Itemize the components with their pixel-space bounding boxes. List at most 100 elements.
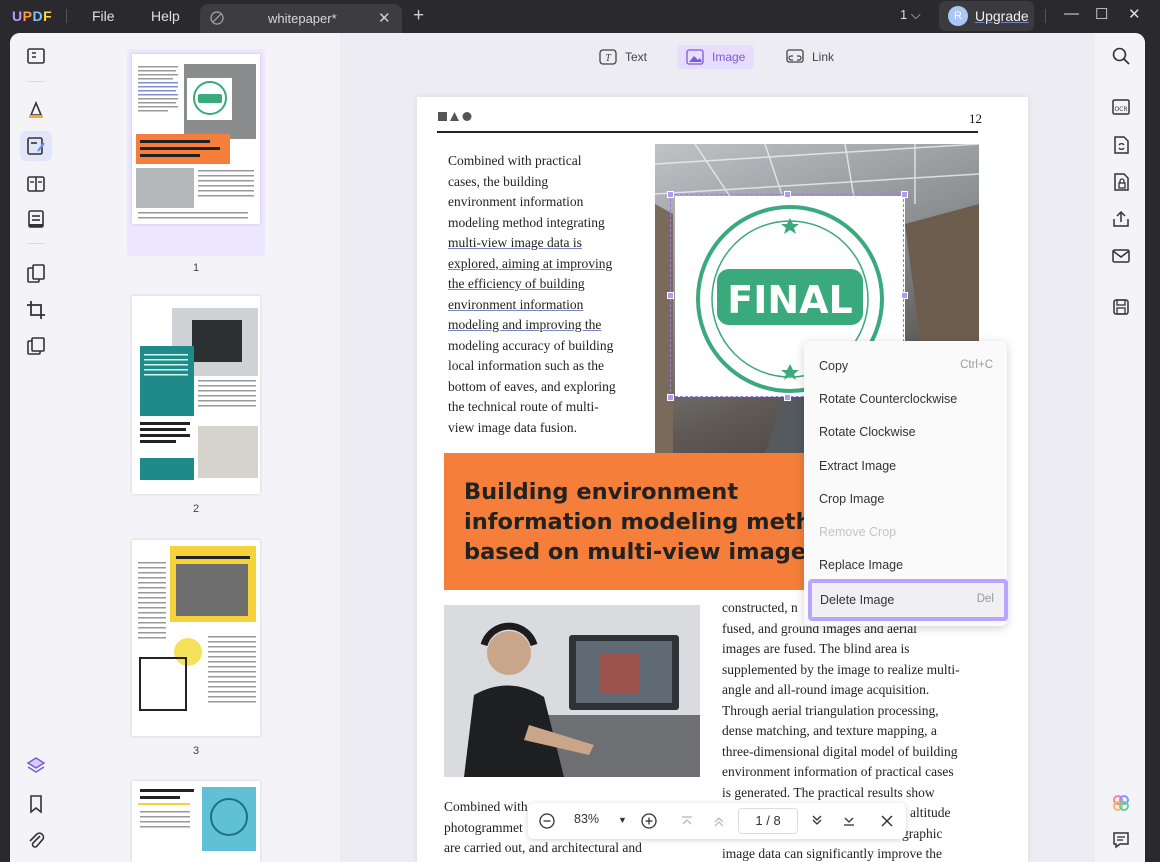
search-icon[interactable] (1111, 46, 1131, 66)
document-tab[interactable]: whitepaper* ✕ (200, 4, 402, 33)
maximize-icon[interactable]: ☐ (1095, 5, 1108, 23)
thumbnail-page-1[interactable] (132, 54, 260, 224)
resize-handle[interactable] (901, 191, 908, 198)
attachment-icon[interactable] (25, 829, 47, 851)
resize-handle[interactable] (667, 292, 674, 299)
menu-file[interactable]: File (92, 8, 115, 24)
resize-handle[interactable] (667, 191, 674, 198)
total-pages: 8 (773, 813, 781, 828)
menu-item-extract-image[interactable]: Extract Image (804, 451, 1007, 481)
email-icon[interactable] (1111, 246, 1131, 266)
zoom-dropdown-icon[interactable]: ▼ (618, 815, 627, 825)
edit-icon[interactable] (20, 131, 52, 161)
page-nav-bar: 83% ▼ 1 / 8 (528, 803, 906, 839)
reader-icon[interactable] (25, 45, 47, 67)
text-line: are carried out, and architectural and (444, 840, 642, 855)
app-window: 1 2 3 T Text Image Link 12 Combined with… (10, 33, 1145, 862)
right-toolbar: OCR (1095, 33, 1145, 862)
image-context-menu: Copy Ctrl+C Rotate Counterclockwise Rotat… (804, 341, 1008, 626)
menu-item-rotate-counterclockwise[interactable]: Rotate Counterclockwise (804, 384, 1007, 414)
batch-icon[interactable] (25, 335, 47, 357)
menu-item-rotate-clockwise[interactable]: Rotate Clockwise (804, 417, 1007, 447)
organize-icon[interactable] (25, 173, 47, 195)
layers-icon[interactable] (25, 755, 47, 777)
upgrade-button[interactable]: R Upgrade (939, 1, 1034, 31)
comment-panel-icon[interactable] (1111, 830, 1131, 850)
new-tab-icon[interactable]: + (413, 5, 424, 27)
menu-item-copy[interactable]: Copy Ctrl+C (804, 351, 1007, 381)
edit-image-button[interactable]: Image (677, 45, 755, 69)
text-icon: T (599, 49, 617, 65)
thumbnail-preview (136, 64, 256, 219)
menu-item-label: Replace Image (819, 558, 904, 572)
text-line: bottom of eaves, and exploring (448, 378, 616, 394)
thumbnail-preview (138, 546, 256, 711)
link-icon (786, 49, 804, 63)
zoom-level[interactable]: 83% (574, 812, 599, 826)
close-tab-icon[interactable]: ✕ (378, 9, 391, 27)
thumbnail-preview (138, 787, 256, 851)
crop-icon[interactable] (25, 299, 47, 321)
thumbnail-number: 1 (192, 262, 200, 274)
resize-handle[interactable] (667, 394, 674, 401)
convert-icon[interactable] (1111, 135, 1131, 155)
text-line: dense matching, and texture mapping, a (722, 723, 937, 738)
close-nav-icon[interactable] (878, 812, 896, 830)
menu-item-delete-image[interactable]: Delete Image Del (808, 579, 1008, 621)
protect-icon[interactable] (1111, 172, 1131, 192)
resize-handle[interactable] (784, 394, 791, 401)
previous-page-icon[interactable] (710, 812, 728, 830)
thumbnail-number: 3 (192, 745, 200, 757)
menu-item-crop-image[interactable]: Crop Image (804, 484, 1007, 514)
text-line: environment information of practical cas… (722, 764, 954, 779)
title-bar: UPDF File Help whitepaper* ✕ + 1 ⌵ R Upg… (0, 0, 1160, 33)
text-line: cases, the building (448, 173, 549, 189)
text-column-1[interactable]: Combined with practical cases, the build… (448, 151, 616, 438)
page-selector[interactable]: 1 ⌵ (900, 7, 921, 23)
last-page-icon[interactable] (840, 812, 858, 830)
bookmark-icon[interactable] (25, 793, 47, 815)
header-shapes-icon (438, 112, 472, 121)
text-line: images are fused. The blind area is (722, 641, 910, 656)
menu-item-label: Rotate Counterclockwise (819, 392, 958, 406)
ai-assistant-icon[interactable] (1111, 793, 1131, 813)
resize-handle[interactable] (784, 191, 791, 198)
save-icon[interactable] (1111, 297, 1131, 317)
page-number-input[interactable]: 1 / 8 (738, 808, 798, 834)
next-page-icon[interactable] (808, 812, 826, 830)
first-page-icon[interactable] (678, 812, 696, 830)
thumbnail-page-4[interactable] (132, 781, 260, 862)
divider (66, 9, 67, 23)
menu-help[interactable]: Help (151, 8, 180, 24)
upgrade-label: Upgrade (975, 8, 1029, 24)
page-tools-icon[interactable] (25, 263, 47, 285)
left-toolbar (10, 33, 60, 862)
image-label: Image (712, 50, 746, 64)
resize-handle[interactable] (901, 292, 908, 299)
form-icon[interactable] (25, 208, 47, 230)
text-line: view image data fusion. (448, 419, 577, 435)
page-selector-value: 1 (900, 7, 908, 22)
thumbnail-page-3[interactable] (132, 540, 260, 736)
edit-link-button[interactable]: Link (786, 45, 834, 69)
menu-item-label: Copy (819, 359, 849, 373)
thumbnail-page-2[interactable] (132, 296, 260, 494)
text-line: Combined with practical (448, 153, 582, 168)
share-icon[interactable] (1111, 209, 1131, 229)
text-line: multi-view image data is (448, 235, 582, 250)
banner-line: information modeling metho (464, 509, 828, 535)
edit-text-button[interactable]: T Text (599, 45, 647, 69)
minimize-icon[interactable]: — (1064, 5, 1079, 22)
svg-text:OCR: OCR (1114, 106, 1127, 113)
menu-item-replace-image[interactable]: Replace Image (804, 550, 1007, 580)
header-rule (437, 131, 978, 133)
person-at-computer-photo[interactable] (444, 605, 700, 777)
ocr-icon[interactable]: OCR (1111, 97, 1131, 117)
svg-text:T: T (605, 53, 612, 64)
comment-icon[interactable] (25, 99, 47, 121)
banner-line: based on multi-view image (464, 539, 807, 565)
zoom-out-icon[interactable] (538, 812, 556, 830)
page-number: 12 (969, 111, 982, 126)
close-window-icon[interactable]: ✕ (1128, 5, 1141, 23)
zoom-in-icon[interactable] (640, 812, 658, 830)
